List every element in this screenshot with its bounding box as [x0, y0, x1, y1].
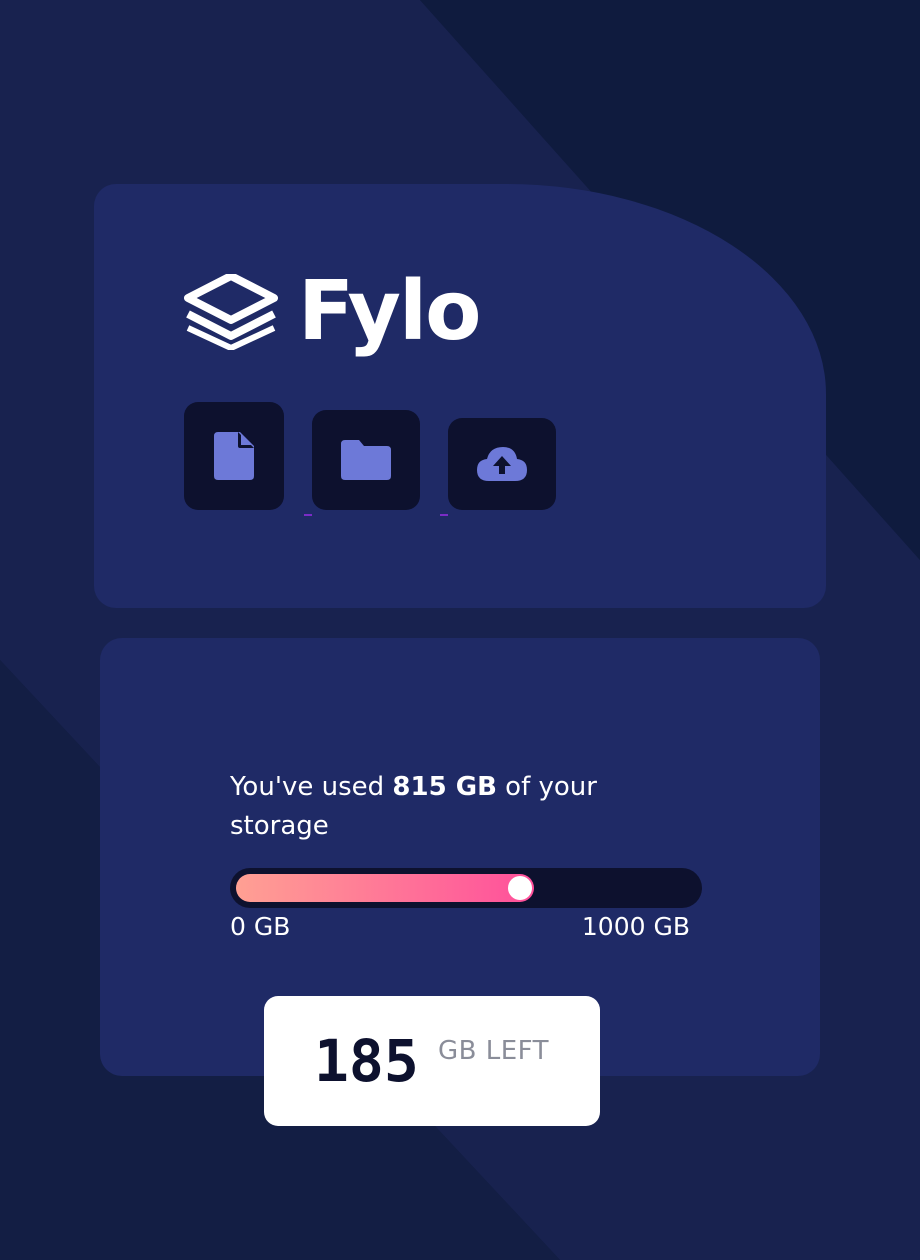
document-icon: [214, 432, 254, 480]
document-button[interactable]: [184, 402, 284, 510]
remaining-unit: GB LEFT: [438, 1036, 550, 1066]
folder-icon: [341, 440, 391, 480]
logo: Fylo: [184, 264, 481, 359]
usage-prefix: You've used: [230, 772, 393, 802]
upload-icon: [477, 447, 527, 481]
app-name: Fylo: [298, 264, 481, 359]
stacked-layers-icon: [184, 274, 278, 350]
storage-usage-text: You've used 815 GB of your storage: [230, 768, 650, 846]
storage-progress-bar: [230, 868, 702, 908]
upload-button[interactable]: [448, 418, 556, 510]
progress-knob: [508, 876, 532, 900]
used-amount: 815 GB: [392, 772, 497, 802]
range-max-label: 1000 GB: [581, 912, 690, 941]
range-min-label: 0 GB: [230, 912, 291, 941]
folder-button[interactable]: [312, 410, 420, 510]
page: Fylo You've used 815 GB of your storage: [0, 0, 920, 1260]
storage-left-callout: 185 GB LEFT: [264, 996, 600, 1126]
brand-card: Fylo: [94, 184, 826, 608]
remaining-amount: 185: [314, 1027, 419, 1095]
focus-mark: [440, 514, 448, 516]
storage-progress-fill: [236, 874, 534, 902]
focus-mark: [304, 514, 312, 516]
